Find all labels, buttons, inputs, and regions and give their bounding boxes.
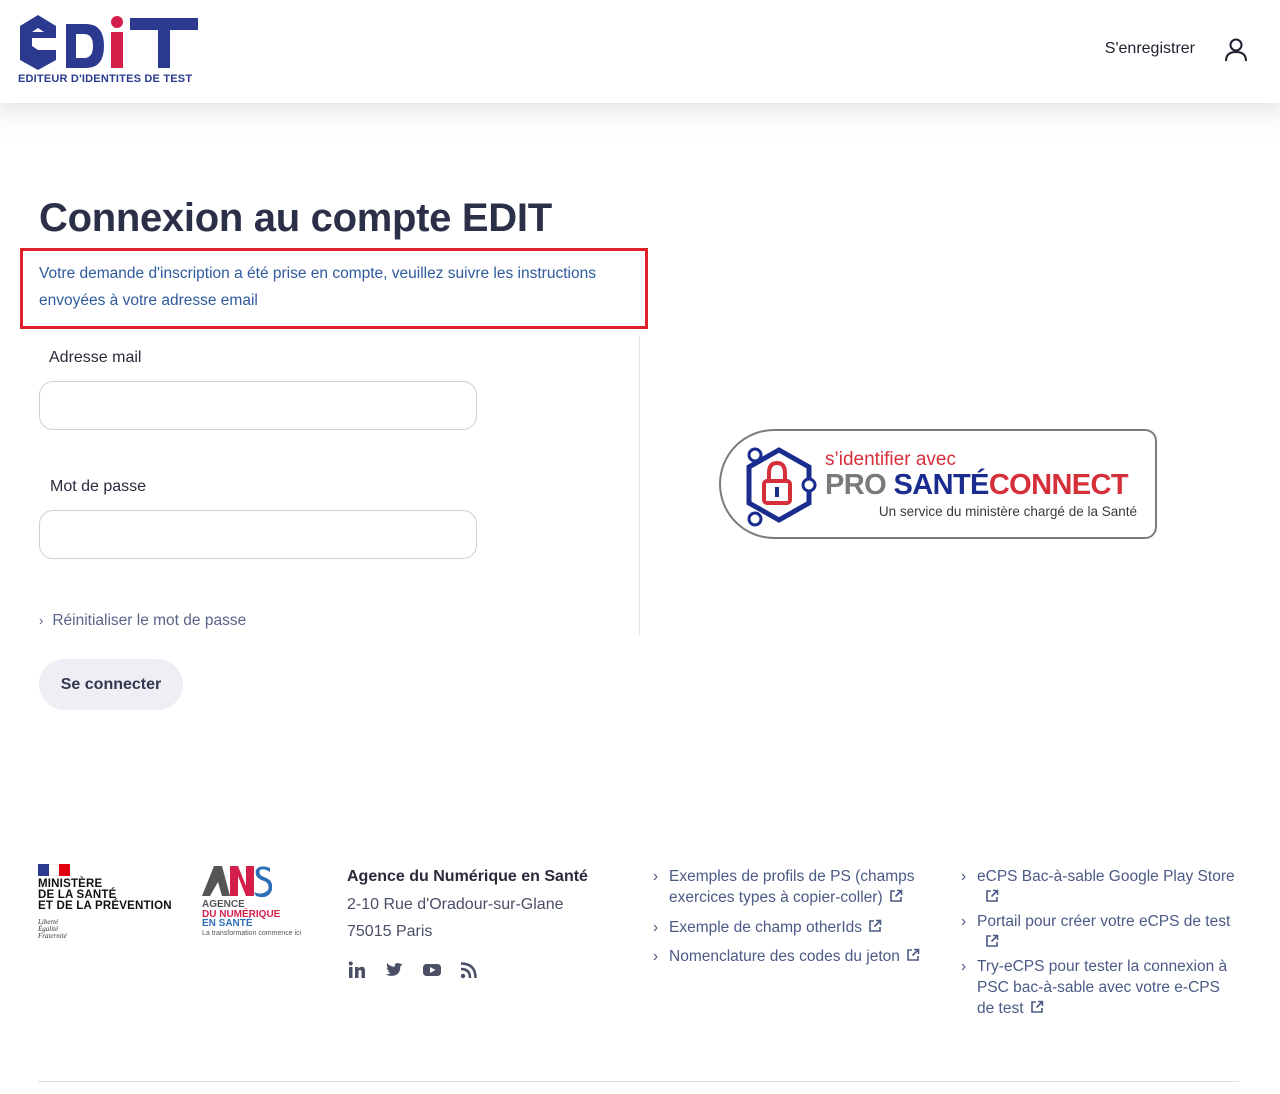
psc-tagline: s’identifier avec	[825, 449, 956, 470]
external-link-icon	[869, 919, 882, 932]
ans-line-3: EN SANTÉ	[202, 918, 253, 929]
reset-password-label: Réinitialiser le mot de passe	[52, 612, 247, 629]
chevron-right-icon: ›	[39, 613, 44, 628]
email-label: Adresse mail	[49, 349, 142, 366]
twitter-icon[interactable]	[384, 960, 404, 980]
footer-link-label: eCPS Bac-à-sable Google Play Store	[977, 868, 1235, 885]
psc-brand-sante: SANTÉ	[893, 469, 990, 501]
password-label: Mot de passe	[50, 478, 147, 495]
rss-icon[interactable]	[459, 960, 479, 980]
reset-password-link[interactable]: › Réinitialiser le mot de passe	[39, 612, 246, 630]
footer-link-label: Portail pour créer votre eCPS de test	[977, 913, 1231, 930]
password-input[interactable]	[39, 510, 477, 559]
footer-link-otherids[interactable]: Exemple de champ otherIds	[669, 919, 882, 936]
ministry-name: MINISTÈRE DE LA SANTÉ ET DE LA PRÉVENTIO…	[38, 878, 172, 912]
ministry-motto: Liberté Égalité Fraternité	[38, 919, 67, 940]
external-link-icon	[1030, 1000, 1043, 1013]
ministry-line-3: ET DE LA PRÉVENTION	[38, 900, 172, 912]
register-link[interactable]: S'enregistrer	[1105, 40, 1195, 58]
list-item: eCPS Bac-à-sable Google Play Store	[961, 866, 1241, 903]
registration-notice: Votre demande d'inscription a été prise …	[20, 248, 648, 329]
list-item: Portail pour créer votre eCPS de test	[961, 911, 1241, 948]
logo-subtitle: EDITEUR D'IDENTITES DE TEST	[18, 73, 193, 85]
youtube-icon[interactable]	[422, 960, 442, 980]
footer-link-label: Try-eCPS pour tester la connexion à PSC …	[977, 958, 1228, 1017]
page-title: Connexion au compte EDIT	[39, 196, 552, 240]
external-link-icon	[986, 889, 999, 902]
psc-subtitle: Un service du ministère chargé de la San…	[878, 504, 1137, 519]
ans-logo[interactable]: AGENCE DU NUMÉRIQUE EN SANTÉ La transfor…	[200, 862, 320, 944]
list-item: Exemples de profils de PS (champs exerci…	[653, 866, 938, 908]
footer-links-column-2: eCPS Bac-à-sable Google Play Store Porta…	[961, 866, 1241, 1019]
footer-link-ps-profiles[interactable]: Exemples de profils de PS (champs exerci…	[669, 868, 915, 906]
site-header: EDITEUR D'IDENTITES DE TEST S'enregistre…	[0, 0, 1280, 103]
footer-links-column-1: Exemples de profils de PS (champs exerci…	[653, 866, 938, 967]
footer-link-ecps-portal[interactable]: Portail pour créer votre eCPS de test	[977, 913, 1241, 948]
psc-brand-pro: PRO	[825, 469, 887, 501]
linkedin-icon[interactable]	[347, 960, 367, 980]
footer-link-label: Nomenclature des codes du jeton	[669, 948, 900, 965]
psc-brand: PRO SANTÉCONNECT	[825, 469, 1129, 502]
external-link-icon	[889, 889, 902, 902]
footer-link-label: Exemple de champ otherIds	[669, 919, 862, 936]
agency-address-line-2: 75015 Paris	[347, 923, 433, 940]
footer-link-label: Exemples de profils de PS (champs exerci…	[669, 868, 915, 906]
list-item: Try-eCPS pour tester la connexion à PSC …	[961, 956, 1241, 1019]
external-link-icon	[907, 948, 920, 961]
email-input[interactable]	[39, 381, 477, 430]
agency-address-line-1: 2-10 Rue d'Oradour-sur-Glane	[347, 896, 564, 913]
list-item: Exemple de champ otherIds	[653, 917, 938, 938]
list-item: Nomenclature des codes du jeton	[653, 946, 938, 967]
external-link-icon	[986, 934, 999, 947]
agency-name: Agence du Numérique en Santé	[347, 868, 588, 885]
header-shadow-band	[0, 103, 1280, 143]
column-divider	[639, 335, 640, 635]
footer-divider	[38, 1081, 1239, 1082]
ans-mark-icon	[202, 866, 272, 898]
footer-link-play-store[interactable]: eCPS Bac-à-sable Google Play Store	[977, 868, 1241, 903]
ans-tagline: La transformation commence ici	[202, 930, 302, 937]
french-flag-icon	[38, 864, 71, 876]
login-button[interactable]: Se connecter	[39, 659, 183, 710]
padlock-hex-icon	[746, 447, 817, 527]
motto-line-3: Fraternité	[38, 932, 67, 940]
pro-sante-connect-button[interactable]: s’identifier avec PRO SANTÉCONNECT Un se…	[719, 429, 1157, 539]
user-icon[interactable]	[1224, 37, 1248, 63]
footer-link-try-ecps[interactable]: Try-eCPS pour tester la connexion à PSC …	[977, 958, 1227, 1017]
psc-brand-connect: CONNECT	[988, 469, 1129, 501]
ministry-logo[interactable]: MINISTÈRE DE LA SANTÉ ET DE LA PRÉVENTIO…	[38, 864, 178, 944]
footer-link-token-codes[interactable]: Nomenclature des codes du jeton	[669, 948, 920, 965]
ans-name: AGENCE DU NUMÉRIQUE EN SANTÉ	[202, 900, 280, 929]
